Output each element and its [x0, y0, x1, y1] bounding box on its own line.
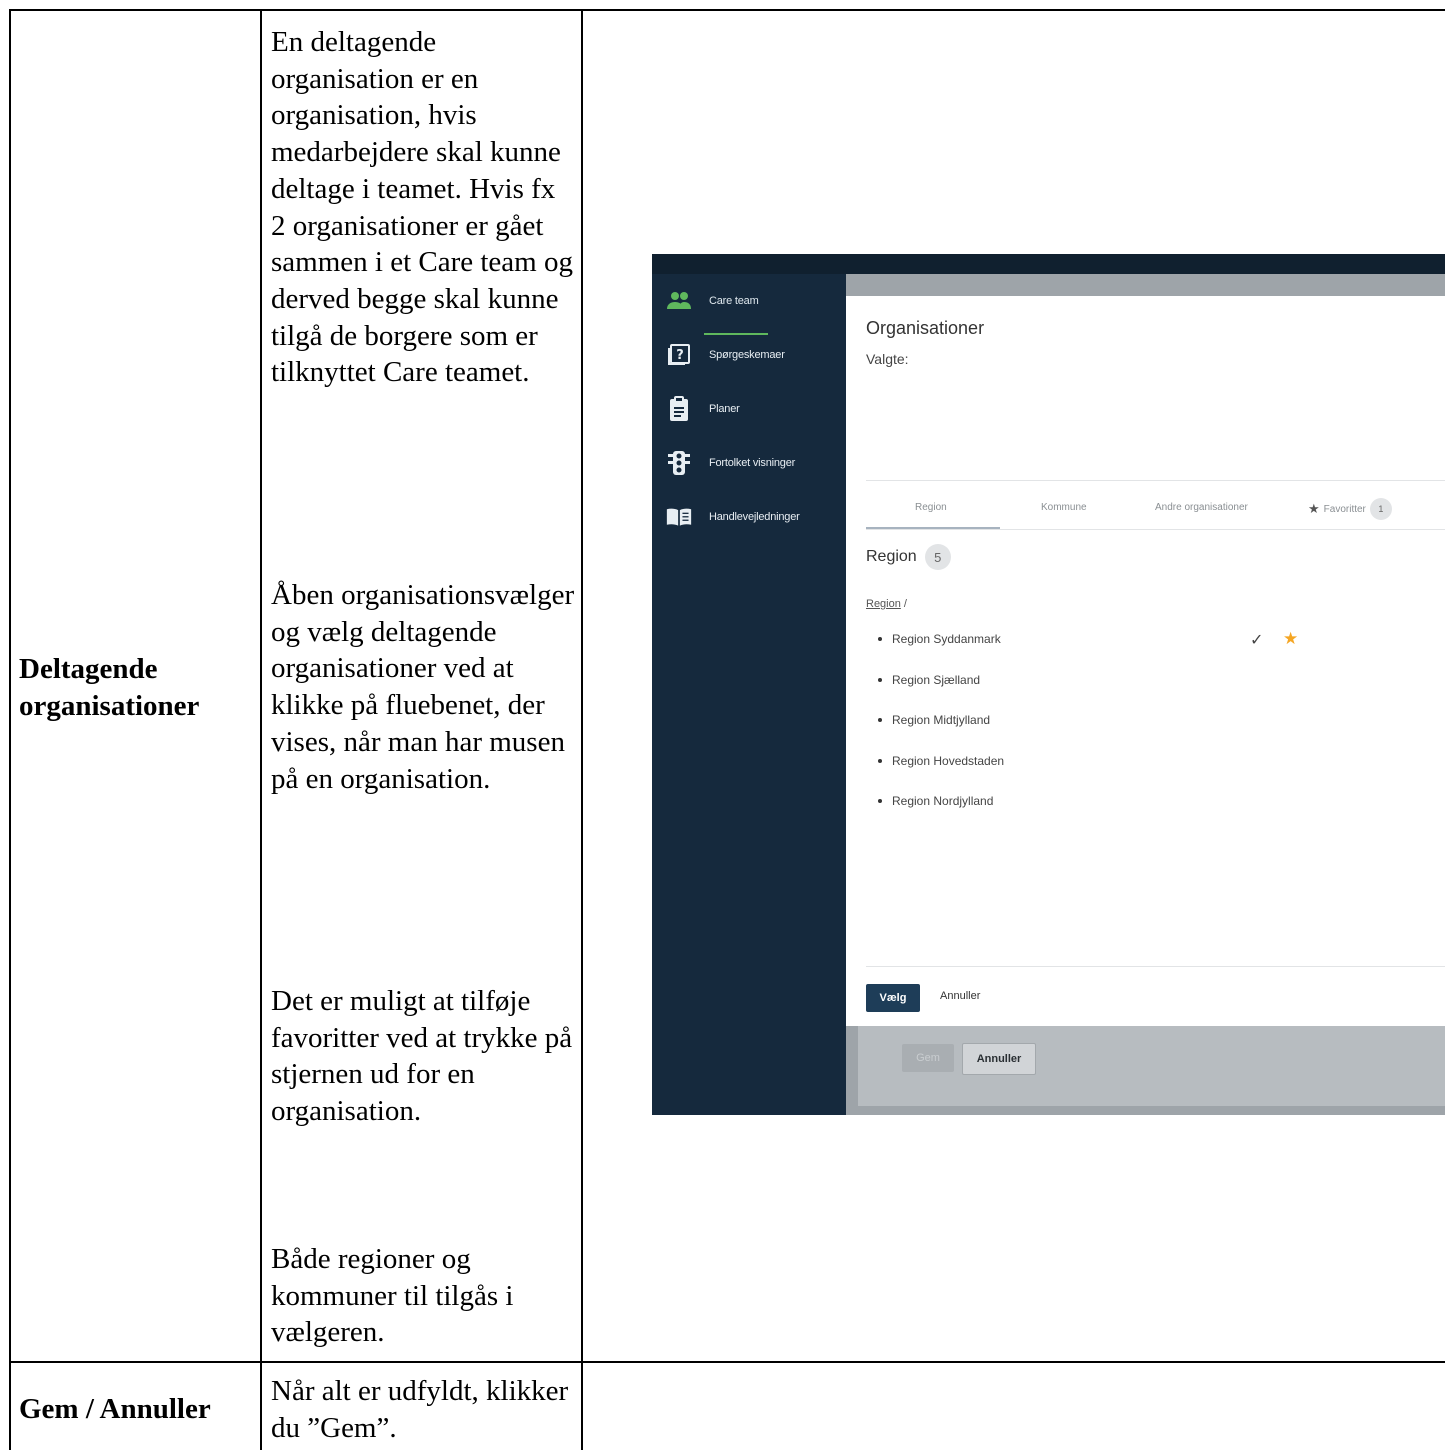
sidebar-item-handlevejledninger[interactable]: Handlevejledninger: [666, 502, 800, 532]
background-save-button: Gem: [902, 1044, 954, 1072]
table-border-left: [9, 9, 11, 1450]
description-paragraph-3: Det er muligt at tilføje favoritter ved …: [271, 985, 573, 1128]
list-item-label: Region Nordjylland: [892, 794, 994, 808]
table-col-divider-1: [260, 9, 262, 1450]
region-section-heading: Region 5: [866, 544, 951, 570]
list-item-label: Region Sjælland: [892, 673, 981, 687]
app-topbar: [652, 254, 1445, 274]
checkmark-icon[interactable]: ✓: [1250, 630, 1263, 650]
choose-button[interactable]: Vælg: [866, 984, 920, 1012]
sidebar: Care team ? Spørgeskemaer Planer Fortolk…: [652, 274, 846, 1115]
row-label-gem-annuller: Gem / Annuller: [19, 1393, 211, 1425]
sidebar-label-care-team: Care team: [709, 295, 759, 307]
background-cancel-button: Annuller: [962, 1043, 1036, 1075]
breadcrumb-link-region[interactable]: Region: [866, 598, 901, 610]
app-screenshot: Care team ? Spørgeskemaer Planer Fortolk…: [652, 254, 1445, 1115]
list-item[interactable]: Region Nordjylland: [878, 794, 993, 808]
description-paragraph-2: Åben organisationsvælger og vælg deltage…: [271, 579, 575, 795]
traffic-light-icon: [666, 450, 692, 476]
list-item-label: Region Midtjylland: [892, 713, 991, 727]
description-paragraph-1: En deltagende organisation er en organis…: [271, 26, 573, 389]
cancel-button[interactable]: Annuller: [940, 990, 980, 1002]
selected-label: Valgte:: [866, 351, 909, 367]
region-section-title: Region: [866, 548, 917, 565]
sidebar-item-planer[interactable]: Planer: [666, 394, 740, 424]
bullet-icon: [878, 759, 882, 763]
dialog-divider-top: [866, 480, 1445, 481]
organisation-picker-dialog: Organisationer Valgte: Region Kommune An…: [846, 296, 1445, 1026]
tabs-divider: [866, 529, 1445, 530]
sidebar-label-fortolket: Fortolket visninger: [709, 457, 796, 469]
dialog-divider-bottom: [866, 966, 1445, 967]
book-icon: [666, 504, 692, 530]
row-label-deltagende: Deltagende organisationer: [19, 653, 200, 722]
tab-kommune[interactable]: Kommune: [1041, 502, 1087, 513]
bullet-icon: [878, 799, 882, 803]
tab-favoritter[interactable]: ★ Favoritter 1: [1308, 498, 1392, 520]
region-count-badge: 5: [924, 544, 951, 570]
breadcrumb-separator: /: [903, 598, 907, 610]
dialog-title: Organisationer: [866, 318, 985, 338]
row2-description: Når alt er udfyldt, klikker du ”Gem”.: [271, 1375, 569, 1444]
bullet-icon: [878, 718, 882, 722]
bullet-icon: [878, 678, 882, 682]
sidebar-label-planer: Planer: [709, 403, 740, 415]
list-item-label: Region Hovedstaden: [892, 754, 1005, 768]
question-icon: ?: [666, 342, 692, 368]
list-item[interactable]: Region Hovedstaden: [878, 754, 1004, 768]
list-item[interactable]: Region Sjælland: [878, 673, 980, 687]
description-paragraph-4: Både regioner og kommuner til tilgås i v…: [271, 1243, 514, 1349]
favorites-count-badge: 1: [1369, 498, 1392, 520]
list-item[interactable]: Region Syddanmark: [878, 632, 1001, 646]
tab-region[interactable]: Region: [915, 502, 947, 513]
tab-andre-organisationer[interactable]: Andre organisationer: [1155, 502, 1248, 513]
sidebar-item-fortolket[interactable]: Fortolket visninger: [666, 448, 795, 478]
table-border-mid: [9, 1361, 1445, 1363]
table-border-top: [9, 9, 1445, 11]
active-indicator: [704, 333, 768, 335]
sidebar-item-care-team[interactable]: Care team: [666, 286, 759, 316]
people-icon: [666, 288, 692, 314]
breadcrumb: Region /: [866, 598, 907, 610]
svg-text:?: ?: [676, 348, 684, 363]
favorite-star-icon[interactable]: ★: [1283, 629, 1298, 649]
tab-favoritter-label: Favoritter: [1323, 503, 1366, 515]
clipboard-icon: [666, 396, 692, 422]
bullet-icon: [878, 637, 882, 641]
table-col-divider-2: [581, 9, 583, 1450]
sidebar-label-handlevejledninger: Handlevejledninger: [709, 511, 800, 523]
sidebar-item-spoergeskemaer[interactable]: ? Spørgeskemaer: [666, 340, 785, 370]
list-item[interactable]: Region Midtjylland: [878, 713, 990, 727]
sidebar-label-spoergeskemaer: Spørgeskemaer: [709, 349, 785, 361]
list-item-label: Region Syddanmark: [892, 632, 1001, 646]
star-icon: ★: [1308, 501, 1320, 516]
